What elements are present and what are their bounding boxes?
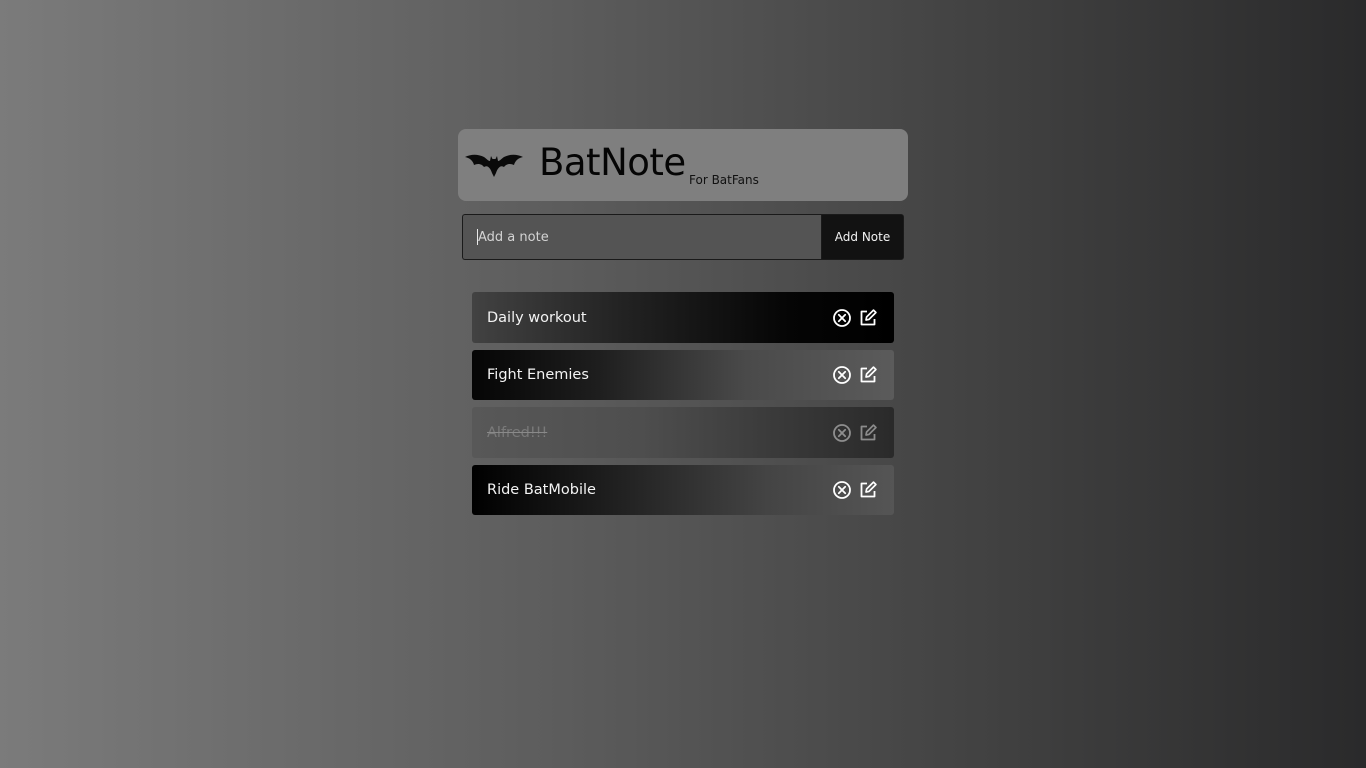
add-note-form: Add Note bbox=[462, 214, 904, 260]
delete-icon[interactable] bbox=[832, 480, 852, 500]
note-text[interactable]: Fight Enemies bbox=[487, 350, 589, 400]
note-input[interactable] bbox=[462, 214, 821, 260]
note-text[interactable]: Alfred!!! bbox=[487, 407, 547, 458]
note-text[interactable]: Ride BatMobile bbox=[487, 465, 596, 515]
app-header: BatNote For BatFans bbox=[458, 129, 908, 201]
delete-icon[interactable] bbox=[832, 423, 852, 443]
bat-logo-icon bbox=[465, 151, 523, 177]
edit-icon[interactable] bbox=[858, 423, 878, 443]
notes-list: Daily workout Fight Enemies Alfred!!! Ri… bbox=[472, 292, 894, 522]
note-item[interactable]: Fight Enemies bbox=[472, 350, 894, 400]
add-note-button[interactable]: Add Note bbox=[821, 214, 904, 260]
delete-icon[interactable] bbox=[832, 308, 852, 328]
delete-icon[interactable] bbox=[832, 365, 852, 385]
app-title: BatNote bbox=[539, 141, 686, 184]
text-caret bbox=[477, 229, 478, 245]
edit-icon[interactable] bbox=[858, 480, 878, 500]
note-text[interactable]: Daily workout bbox=[487, 292, 587, 343]
edit-icon[interactable] bbox=[858, 308, 878, 328]
note-item[interactable]: Daily workout bbox=[472, 292, 894, 343]
app-subtitle: For BatFans bbox=[689, 173, 759, 187]
edit-icon[interactable] bbox=[858, 365, 878, 385]
note-item[interactable]: Ride BatMobile bbox=[472, 465, 894, 515]
note-item-completed[interactable]: Alfred!!! bbox=[472, 407, 894, 458]
